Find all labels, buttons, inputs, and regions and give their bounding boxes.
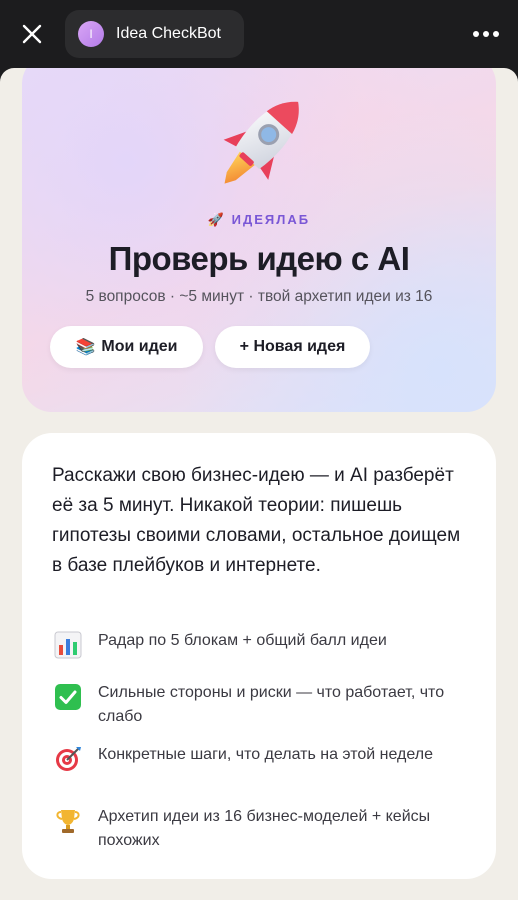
check-mark-icon (52, 681, 84, 713)
top-bar: I Idea CheckBot (0, 0, 518, 68)
close-button[interactable] (16, 18, 48, 50)
new-idea-label: + Новая идея (239, 338, 346, 355)
bar-chart-icon (52, 629, 84, 661)
books-icon: 📚 (75, 339, 96, 356)
feature-text: Архетип идеи из 16 бизнес-моделей + кейс… (98, 808, 431, 849)
feature-text: Сильные стороны и риски — что работает, … (98, 684, 445, 725)
my-ideas-label: Мои идеи (101, 338, 178, 355)
feature-item: Архетип идеи из 16 бизнес-моделей + кейс… (52, 805, 472, 853)
brand-label: ИДЕЯЛАБ (231, 212, 311, 227)
rocket-emoji-icon: 🚀 (207, 212, 227, 227)
target-icon (52, 743, 84, 775)
more-dot-icon (473, 31, 479, 37)
more-dot-icon (493, 31, 499, 37)
page-subtitle: 5 вопросов · ~5 минут · твой архетип иде… (85, 288, 433, 305)
my-ideas-button[interactable]: 📚 Мои идеи (50, 326, 203, 368)
feature-item: Радар по 5 блокам + общий балл идеи (52, 629, 472, 661)
feature-item: Конкретные шаги, что делать на этой неде… (52, 743, 472, 775)
bot-name: Idea CheckBot (116, 25, 221, 42)
feature-text: Конкретные шаги, что делать на этой неде… (98, 746, 433, 763)
feature-item: Сильные стороны и риски — что работает, … (52, 681, 472, 729)
intro-text: Расскажи свою бизнес-идею — и AI разберё… (52, 465, 461, 576)
bot-title-chip[interactable]: I Idea CheckBot (65, 10, 244, 58)
trophy-icon (52, 805, 84, 837)
brand-eyebrow: 🚀 ИДЕЯЛАБ (22, 212, 496, 228)
rocket-icon (223, 101, 299, 184)
page-title: Проверь идею с AI (108, 240, 410, 277)
close-icon (22, 24, 42, 44)
info-card: Расскажи свою бизнес-идею — и AI разберё… (22, 433, 496, 879)
app-content: 🚀 ИДЕЯЛАБ Проверь идею с AI 5 вопросов ·… (0, 68, 518, 900)
feature-text: Радар по 5 блокам + общий балл идеи (98, 632, 387, 649)
more-options-button[interactable] (470, 20, 502, 48)
hero-card: 🚀 ИДЕЯЛАБ Проверь идею с AI 5 вопросов ·… (22, 68, 496, 412)
new-idea-button[interactable]: + Новая идея (215, 326, 370, 368)
more-dot-icon (483, 31, 489, 37)
bot-avatar: I (78, 21, 104, 47)
